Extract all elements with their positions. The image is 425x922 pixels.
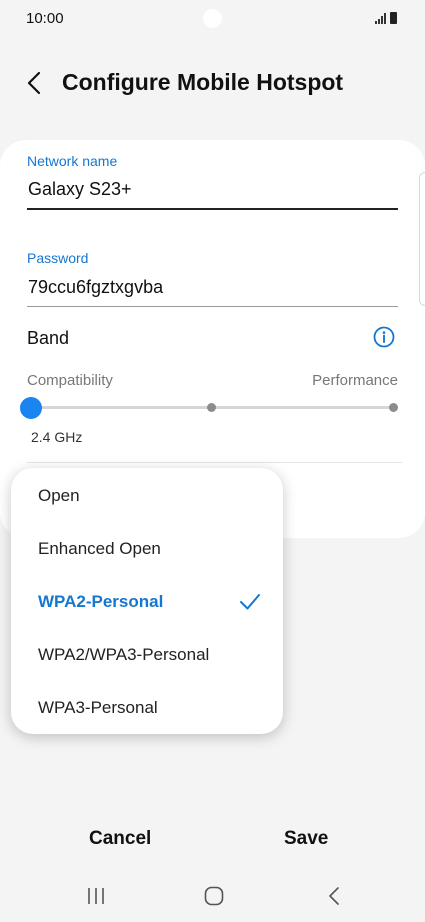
security-option-open[interactable]: Open (11, 469, 283, 522)
password-label: Password (27, 250, 89, 266)
signal-icon (375, 12, 386, 24)
home-icon[interactable] (202, 884, 226, 908)
checkmark-icon (240, 594, 260, 610)
band-compatibility-label: Compatibility (27, 372, 113, 389)
band-value: 2.4 GHz (31, 429, 83, 445)
cancel-button[interactable]: Cancel (89, 828, 151, 850)
back-arrow-icon[interactable] (22, 70, 48, 96)
network-name-underline (27, 208, 398, 210)
system-navigation-bar (0, 872, 425, 922)
front-camera-cutout (203, 9, 222, 28)
security-option-enhanced-open[interactable]: Enhanced Open (11, 522, 283, 575)
network-name-input[interactable]: Galaxy S23+ (28, 179, 132, 200)
save-button[interactable]: Save (284, 828, 328, 850)
info-icon[interactable] (373, 326, 395, 348)
security-option-wpa3-personal[interactable]: WPA3-Personal (11, 681, 283, 734)
security-option-label: WPA2-Personal (38, 591, 164, 611)
status-icons (375, 12, 397, 24)
back-icon[interactable] (322, 884, 346, 908)
scroll-indicator (419, 172, 425, 306)
recent-apps-icon[interactable] (84, 884, 108, 908)
network-name-label: Network name (27, 153, 118, 169)
security-option-wpa2-wpa3-personal[interactable]: WPA2/WPA3-Personal (11, 628, 283, 681)
band-slider-tick (207, 403, 216, 412)
band-slider-tick (389, 403, 398, 412)
battery-icon (390, 12, 397, 24)
status-time: 10:00 (26, 10, 64, 27)
band-slider-thumb[interactable] (20, 397, 42, 419)
security-dropdown-menu: Open Enhanced Open WPA2-Personal WPA2/WP… (11, 468, 283, 734)
security-option-wpa2-personal[interactable]: WPA2-Personal (11, 575, 283, 628)
status-bar: 10:00 (0, 0, 425, 38)
header: Configure Mobile Hotspot (0, 62, 425, 106)
band-title: Band (27, 328, 70, 348)
band-performance-label: Performance (312, 372, 398, 389)
password-input[interactable]: 79ccu6fgztxgvba (28, 277, 163, 298)
page-title: Configure Mobile Hotspot (62, 69, 344, 95)
divider (27, 462, 402, 463)
password-underline (27, 306, 398, 307)
